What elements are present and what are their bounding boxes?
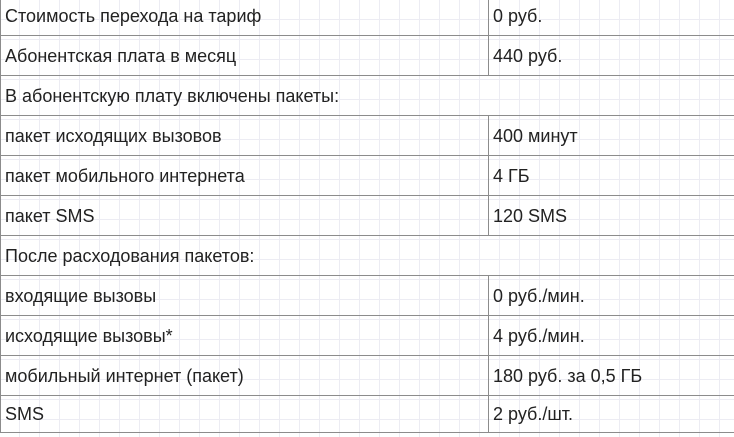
section-heading: В абонентскую плату включены пакеты: [0,75,734,116]
section-header-row: В абонентскую плату включены пакеты: [0,75,734,116]
row-value: 4 ГБ [488,155,734,196]
row-label: пакет мобильного интернета [0,155,489,196]
row-label: Стоимость перехода на тариф [0,0,489,36]
row-label: мобильный интернет (пакет) [0,355,489,396]
row-label: исходящие вызовы* [0,315,489,356]
row-label: SMS [0,395,489,433]
tariff-table: Стоимость перехода на тариф 0 руб. Абоне… [0,0,734,433]
table-row: Стоимость перехода на тариф 0 руб. [0,0,734,36]
table-row: мобильный интернет (пакет) 180 руб. за 0… [0,355,734,396]
row-value: 2 руб./шт. [488,395,734,433]
row-value: 440 руб. [488,35,734,76]
table-row: исходящие вызовы* 4 руб./мин. [0,315,734,356]
row-value: 4 руб./мин. [488,315,734,356]
table-row: пакет мобильного интернета 4 ГБ [0,155,734,196]
table-row: Абонентская плата в месяц 440 руб. [0,35,734,76]
section-header-row: После расходования пакетов: [0,235,734,276]
row-value: 180 руб. за 0,5 ГБ [488,355,734,396]
row-label: входящие вызовы [0,275,489,316]
row-label: Абонентская плата в месяц [0,35,489,76]
row-value: 400 минут [488,115,734,156]
table-row: пакет SMS 120 SMS [0,195,734,236]
section-heading: После расходования пакетов: [0,235,734,276]
table-row: SMS 2 руб./шт. [0,395,734,433]
row-value: 120 SMS [488,195,734,236]
row-value: 0 руб. [488,0,734,36]
table-row: пакет исходящих вызовов 400 минут [0,115,734,156]
row-label: пакет SMS [0,195,489,236]
row-value: 0 руб./мин. [488,275,734,316]
grid-paper-background: Стоимость перехода на тариф 0 руб. Абоне… [0,0,734,437]
row-label: пакет исходящих вызовов [0,115,489,156]
table-row: входящие вызовы 0 руб./мин. [0,275,734,316]
